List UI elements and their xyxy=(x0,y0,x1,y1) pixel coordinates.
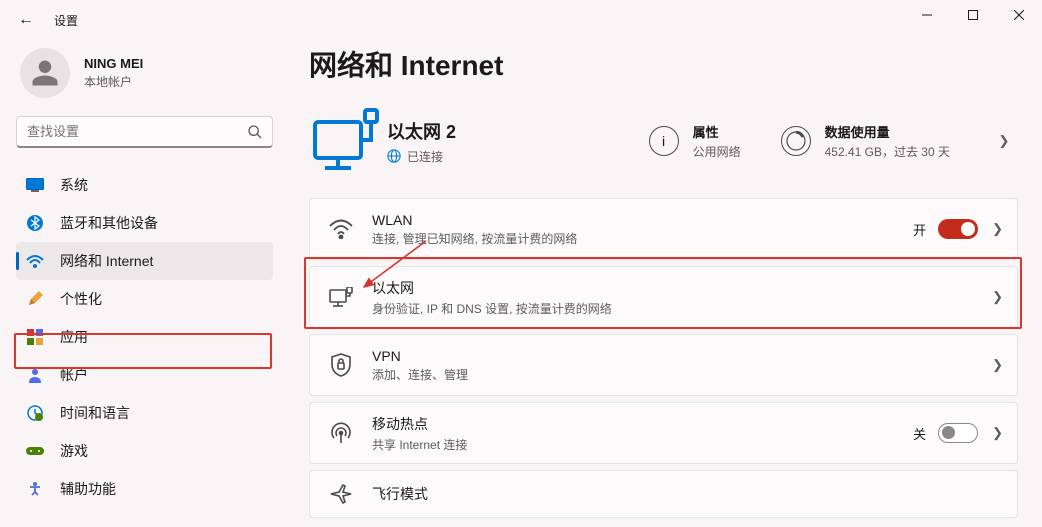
properties-title: 属性 xyxy=(693,122,741,141)
sidebar-item-label: 时间和语言 xyxy=(60,403,130,423)
apps-icon xyxy=(26,328,44,346)
sidebar-item-gaming[interactable]: 游戏 xyxy=(16,432,273,470)
card-ethernet[interactable]: 以太网 身份验证, IP 和 DNS 设置, 按流量计费的网络 ❯ xyxy=(309,266,1018,328)
connection-status: 已连接 xyxy=(407,148,443,165)
toggle-label: 关 xyxy=(913,424,926,443)
data-usage-title: 数据使用量 xyxy=(825,122,950,141)
user-name: NING MEI xyxy=(84,56,143,71)
ethernet-icon xyxy=(328,284,354,310)
chevron-right-icon: ❯ xyxy=(992,221,1003,237)
sidebar-item-label: 网络和 Internet xyxy=(60,251,153,271)
hotspot-toggle[interactable] xyxy=(938,423,978,443)
user-block[interactable]: NING MEI 本地帐户 xyxy=(16,40,273,116)
accessibility-icon xyxy=(26,480,44,498)
card-sub: 身份验证, IP 和 DNS 设置, 按流量计费的网络 xyxy=(372,300,612,317)
sidebar-item-accessibility[interactable]: 辅助功能 xyxy=(16,470,273,508)
avatar xyxy=(20,48,70,98)
card-title: VPN xyxy=(372,348,468,364)
vpn-icon xyxy=(328,352,354,378)
card-title: 移动热点 xyxy=(372,414,467,434)
wifi-icon xyxy=(328,216,354,242)
card-sub: 共享 Internet 连接 xyxy=(372,436,467,453)
system-icon xyxy=(26,176,44,194)
data-usage-icon xyxy=(781,126,811,156)
sidebar-item-personalize[interactable]: 个性化 xyxy=(16,280,273,318)
globe-icon xyxy=(387,149,401,163)
user-sub: 本地帐户 xyxy=(84,73,143,90)
wlan-toggle[interactable] xyxy=(938,219,978,239)
sidebar-item-label: 辅助功能 xyxy=(60,479,116,499)
chevron-right-icon: ❯ xyxy=(992,289,1003,305)
sidebar-item-apps[interactable]: 应用 xyxy=(16,318,273,356)
data-usage-block[interactable]: 数据使用量 452.41 GB，过去 30 天 xyxy=(781,122,950,160)
accounts-icon xyxy=(26,366,44,384)
search-input[interactable] xyxy=(16,116,273,148)
card-airplane[interactable]: 飞行模式 xyxy=(309,470,1018,518)
sidebar-item-label: 帐户 xyxy=(60,365,88,385)
sidebar-item-network[interactable]: 网络和 Internet xyxy=(16,242,273,280)
sidebar-item-accounts[interactable]: 帐户 xyxy=(16,356,273,394)
sidebar-item-label: 应用 xyxy=(60,327,88,347)
network-icon xyxy=(26,252,44,270)
connection-name: 以太网 2 xyxy=(387,118,456,144)
properties-block[interactable]: i 属性 公用网络 xyxy=(649,122,741,160)
card-wlan[interactable]: WLAN 连接, 管理已知网络, 按流量计费的网络 开 ❯ xyxy=(309,198,1018,260)
connection-icon xyxy=(309,106,387,176)
toggle-label: 开 xyxy=(913,220,926,239)
window-title: 设置 xyxy=(54,12,78,29)
personalize-icon xyxy=(26,290,44,308)
close-button[interactable] xyxy=(996,0,1042,30)
card-title: WLAN xyxy=(372,212,577,228)
card-sub: 连接, 管理已知网络, 按流量计费的网络 xyxy=(372,230,577,247)
sidebar-item-bluetooth[interactable]: 蓝牙和其他设备 xyxy=(16,204,273,242)
sidebar-item-label: 个性化 xyxy=(60,289,102,309)
maximize-button[interactable] xyxy=(950,0,996,30)
airplane-icon xyxy=(328,481,354,507)
sidebar-item-time[interactable]: 时间和语言 xyxy=(16,394,273,432)
sidebar-item-label: 蓝牙和其他设备 xyxy=(60,213,158,233)
card-title: 以太网 xyxy=(372,278,612,298)
time-icon xyxy=(26,404,44,422)
properties-sub: 公用网络 xyxy=(693,143,741,160)
card-hotspot[interactable]: 移动热点 共享 Internet 连接 关 ❯ xyxy=(309,402,1018,464)
card-title: 飞行模式 xyxy=(372,484,428,504)
sidebar-item-system[interactable]: 系统 xyxy=(16,166,273,204)
card-vpn[interactable]: VPN 添加、连接、管理 ❯ xyxy=(309,334,1018,396)
sidebar-item-label: 游戏 xyxy=(60,441,88,461)
chevron-right-icon: ❯ xyxy=(992,357,1003,373)
chevron-right-icon[interactable]: ❯ xyxy=(990,133,1018,149)
gaming-icon xyxy=(26,442,44,460)
back-button[interactable]: ← xyxy=(16,11,36,29)
info-icon: i xyxy=(649,126,679,156)
search-icon xyxy=(247,124,263,140)
minimize-button[interactable] xyxy=(904,0,950,30)
bluetooth-icon xyxy=(26,214,44,232)
card-sub: 添加、连接、管理 xyxy=(372,366,468,383)
chevron-right-icon: ❯ xyxy=(992,425,1003,441)
hotspot-icon xyxy=(328,420,354,446)
sidebar-item-label: 系统 xyxy=(60,175,88,195)
page-title: 网络和 Internet xyxy=(309,44,1018,84)
data-usage-sub: 452.41 GB，过去 30 天 xyxy=(825,143,950,160)
